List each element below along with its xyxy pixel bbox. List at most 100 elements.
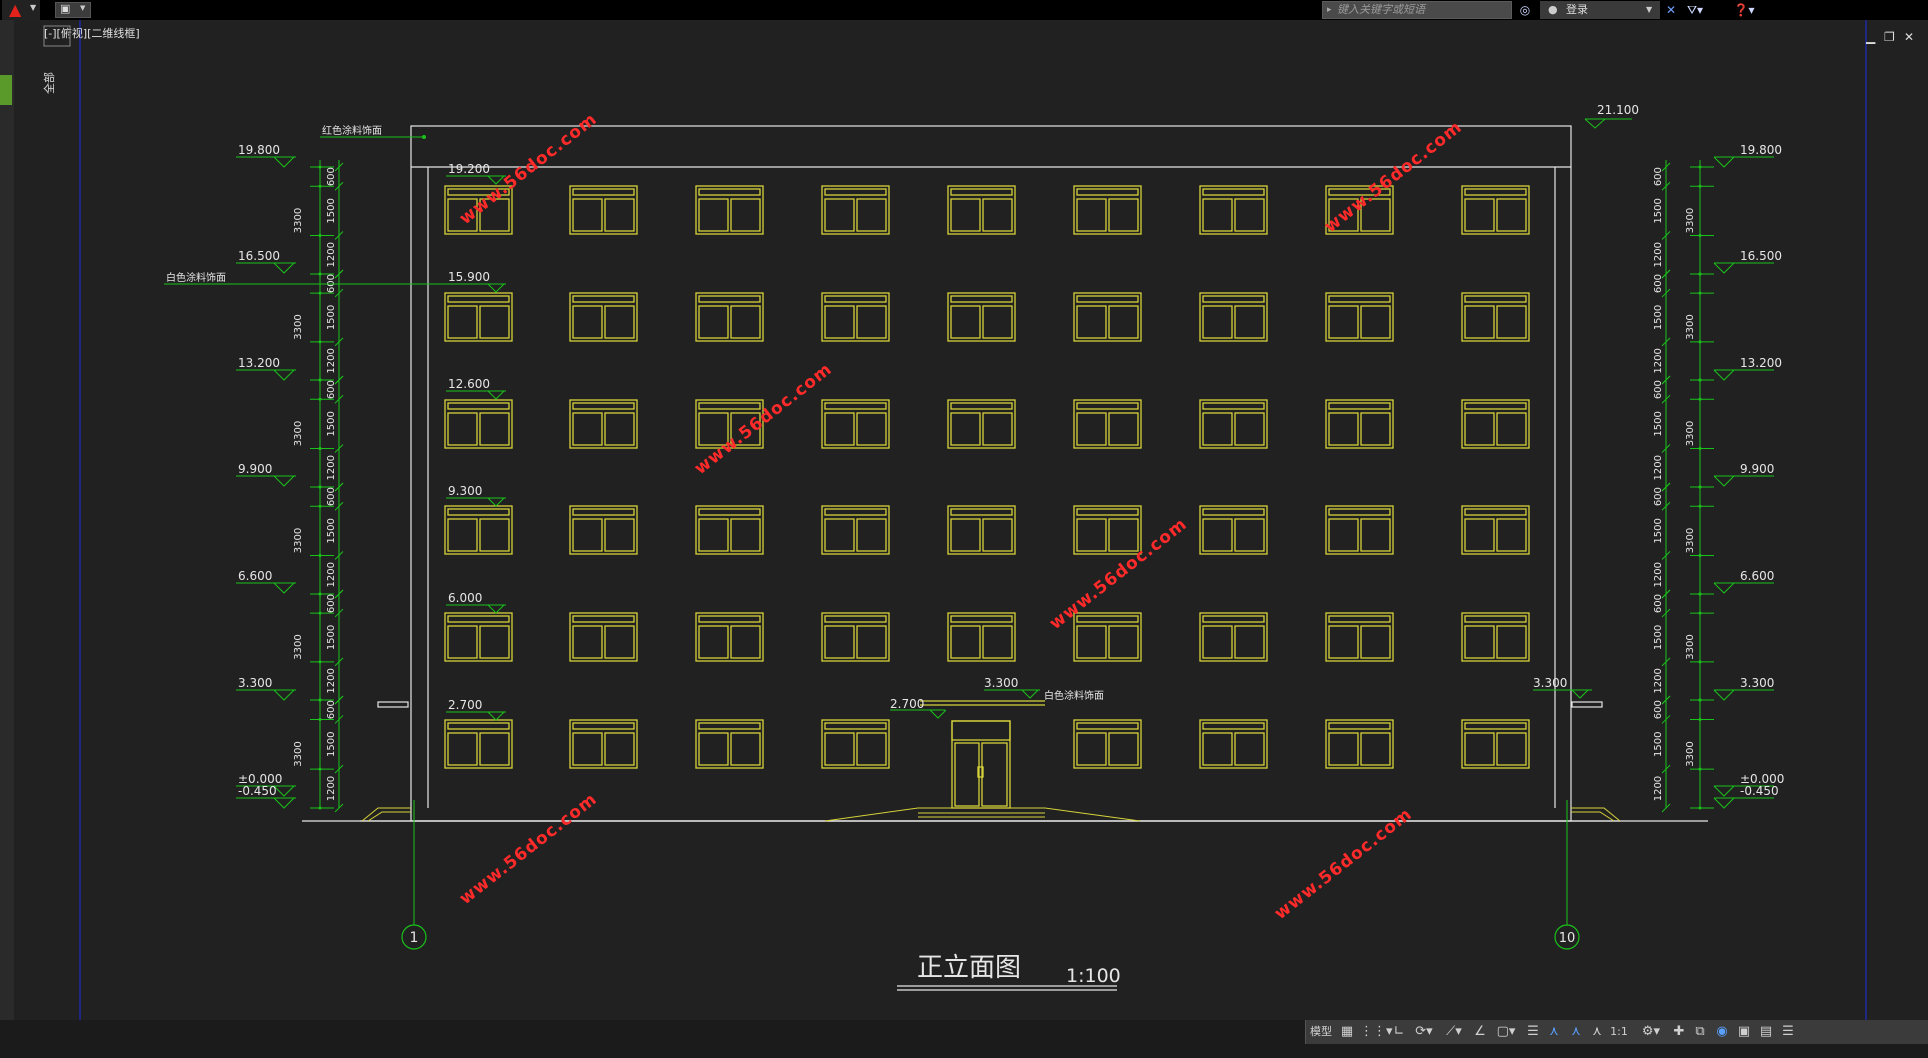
window <box>1325 505 1394 555</box>
ortho-icon[interactable]: ∟ <box>1390 1020 1408 1044</box>
quick-access-save-button[interactable]: ▣ ▼ <box>55 2 91 18</box>
window <box>569 612 638 662</box>
dimension-label: 600 <box>1653 167 1664 186</box>
window <box>569 719 638 769</box>
dimension-label: 1200 <box>326 562 337 587</box>
binoculars-icon[interactable]: ◎ <box>1516 1 1534 19</box>
user-icon: ● <box>1548 3 1558 16</box>
polar-icon[interactable]: ⟳▾ <box>1410 1020 1438 1044</box>
window <box>821 719 890 769</box>
save-icon: ▣ <box>60 2 71 15</box>
window <box>444 612 513 662</box>
dimension-label: 600 <box>326 380 337 399</box>
search-expand-icon: ▸ <box>1327 5 1332 15</box>
dimension-label: 1500 <box>326 518 337 543</box>
window <box>569 185 638 235</box>
axis-label-10: 10 <box>1559 931 1576 946</box>
canopy-right-level: 3.300 <box>1533 676 1567 690</box>
window <box>1325 399 1394 449</box>
window <box>569 505 638 555</box>
palette-accent <box>0 75 12 105</box>
dimension-label: 600 <box>326 167 337 186</box>
customize-menu-icon[interactable]: ☰ <box>1778 1020 1798 1044</box>
window <box>444 505 513 555</box>
search-placeholder: 键入关键字或短语 <box>1337 3 1425 16</box>
floor-dimension-label: 3300 <box>293 314 304 339</box>
floor-dimension-label: 3300 <box>1685 634 1696 659</box>
top-elevation-label: 21.100 <box>1597 103 1639 117</box>
window <box>1073 399 1142 449</box>
floor-dimension-label: 3300 <box>293 421 304 446</box>
minimize-icon[interactable]: ▁ <box>1866 30 1875 44</box>
dimension-label: 1200 <box>326 348 337 373</box>
workspace-gear-icon[interactable]: ⚙▾ <box>1636 1020 1666 1044</box>
window <box>695 612 764 662</box>
level-label: 13.200 <box>238 356 280 370</box>
level-label: 3.300 <box>238 676 272 690</box>
osnap-icon[interactable]: ▢▾ <box>1492 1020 1520 1044</box>
window <box>695 719 764 769</box>
window <box>695 292 764 342</box>
window <box>444 719 513 769</box>
object-snap-icon[interactable]: ∠ <box>1470 1020 1490 1044</box>
drawing-canvas[interactable]: [-][俯视][二维线框] 全部 600 1500 1200 3300 600 1500 <box>0 20 1928 1020</box>
sill-level-label: 15.900 <box>448 270 490 284</box>
annotation-autoscale-icon[interactable]: ⋏ <box>1566 1020 1586 1044</box>
window <box>947 399 1016 449</box>
drawing-frame <box>79 20 1867 1020</box>
a360-icon[interactable]: ⛛▾ <box>1682 1 1708 19</box>
watermark-text: www.56doc.com <box>1271 804 1416 924</box>
isodraft-icon[interactable]: ⟋▾ <box>1440 1020 1468 1044</box>
grid-icon[interactable]: ▦ <box>1338 1020 1356 1044</box>
window <box>1461 292 1530 342</box>
login-button[interactable]: ● 登录 ▼ <box>1540 1 1660 19</box>
exchange-icon[interactable]: ✕ <box>1662 1 1680 19</box>
annotation-visibility-icon[interactable]: ⋏ <box>1544 1020 1564 1044</box>
help-icon[interactable]: ❓▾ <box>1730 1 1758 19</box>
level-label: -0.450 <box>238 784 277 798</box>
note-entrance-coating: 白色涂料饰面 <box>1044 689 1104 702</box>
window <box>569 399 638 449</box>
model-space-button[interactable]: 模型 <box>1306 1020 1336 1044</box>
window <box>821 399 890 449</box>
sill-level-label: 9.300 <box>448 484 482 498</box>
axis-label-1: 1 <box>410 930 419 946</box>
chevron-down-icon: ▼ <box>30 3 37 12</box>
window <box>947 292 1016 342</box>
window <box>1461 185 1530 235</box>
clean-screen-icon[interactable]: ▣ <box>1734 1020 1754 1044</box>
snap-icon[interactable]: ⋮⋮▾ <box>1360 1020 1393 1044</box>
drawing-title: 正立面图 <box>917 953 1021 983</box>
note-white-coating: 白色涂料饰面 <box>166 271 226 284</box>
annotation-scale-value[interactable]: 1:1 <box>1606 1020 1632 1044</box>
hardware-accel-icon[interactable]: ◉ <box>1712 1020 1732 1044</box>
dimension-label: 1500 <box>1653 518 1664 543</box>
lineweight-icon[interactable]: ☰ <box>1524 1020 1542 1044</box>
window <box>1199 719 1268 769</box>
plus-icon[interactable]: ✚ <box>1670 1020 1688 1044</box>
status-tools: 模型 ▦ ⋮⋮▾ ∟ ⟳▾ ⟋▾ ∠ ▢▾ ☰ ⋏ ⋏ ⋏ 1:1 ⚙▾ ✚ ⧉… <box>1305 1020 1928 1044</box>
dimension-label: 1500 <box>1653 411 1664 436</box>
restore-icon[interactable]: ❐ <box>1884 30 1895 44</box>
entrance-levels: 2.700 3.300 3.300 <box>890 676 1592 719</box>
window <box>1325 719 1394 769</box>
palettes-icon[interactable]: ▤ <box>1756 1020 1776 1044</box>
window <box>947 185 1016 235</box>
viewport-label[interactable]: [-][俯视][二维线框] <box>44 26 140 40</box>
drawing-title-block: 正立面图 1:100 <box>897 953 1121 991</box>
dimension-label: 1200 <box>1653 348 1664 373</box>
close-icon[interactable]: ✕ <box>1904 30 1914 44</box>
search-input[interactable]: ▸ 键入关键字或短语 <box>1322 1 1512 19</box>
left-palette-strip[interactable] <box>0 20 14 1020</box>
dimension-label: 1200 <box>326 455 337 480</box>
annotation-scale-icon[interactable]: ⋏ <box>1588 1020 1606 1044</box>
isolate-icon[interactable]: ⧉ <box>1690 1020 1710 1044</box>
dimension-label: 600 <box>1653 700 1664 719</box>
window <box>821 292 890 342</box>
window <box>1073 292 1142 342</box>
autocad-logo-icon: ▲ <box>9 0 22 19</box>
app-menu-button[interactable]: ▲ ▼ <box>2 0 40 20</box>
dimension-label: 1200 <box>326 776 337 801</box>
dimension-label: 1500 <box>1653 625 1664 650</box>
window <box>821 505 890 555</box>
